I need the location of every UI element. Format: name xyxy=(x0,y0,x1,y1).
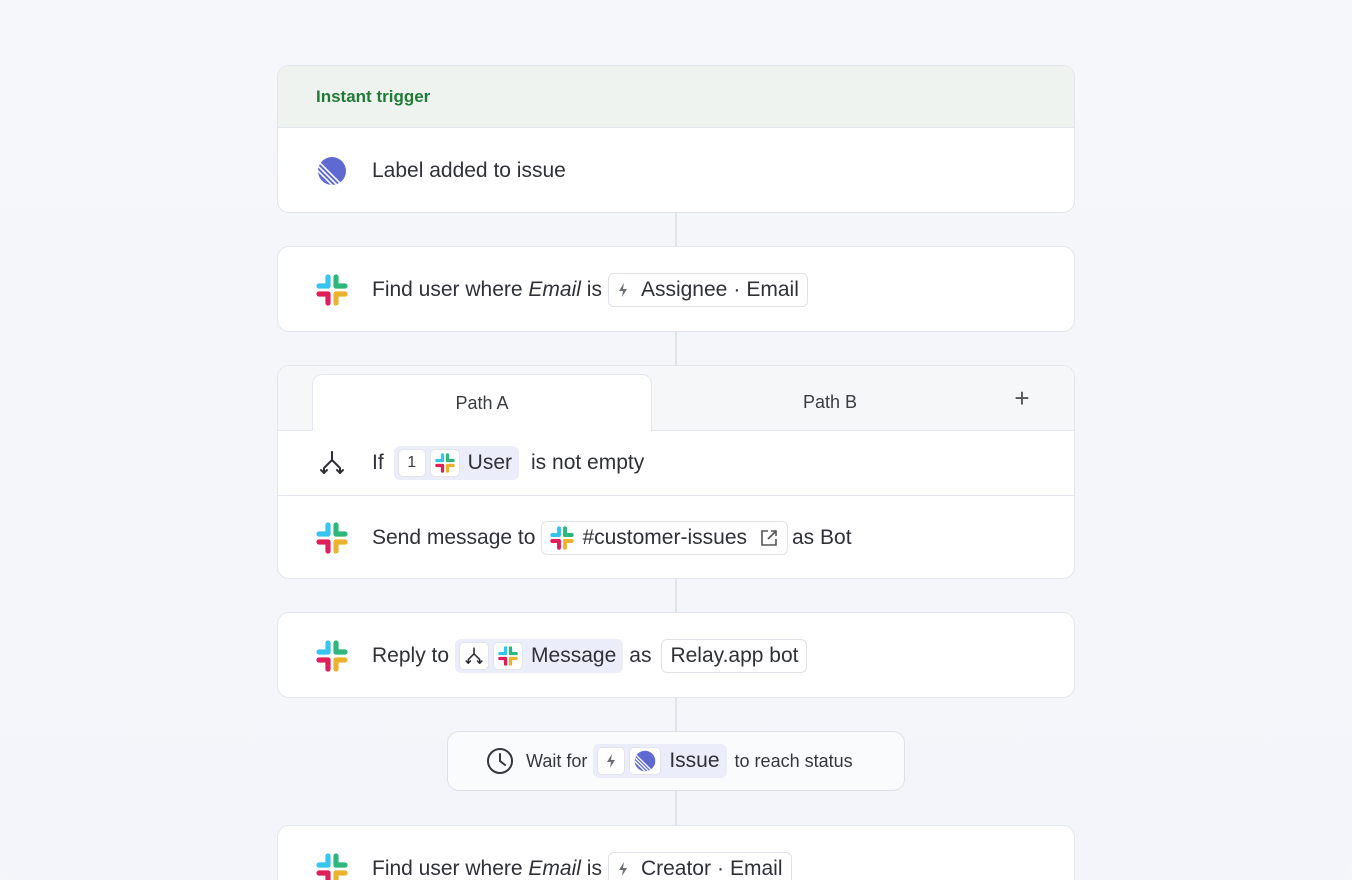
slack-icon xyxy=(314,272,350,308)
token-field: Email xyxy=(746,278,799,301)
tab-path-a[interactable]: Path A xyxy=(312,374,652,431)
add-path-button[interactable]: + xyxy=(1010,385,1034,411)
reply-card[interactable]: Reply to Message as Relay.app bot xyxy=(277,612,1075,698)
field-name: Email xyxy=(528,278,581,301)
wait-suffix: to reach status xyxy=(734,750,853,771)
linear-icon xyxy=(629,747,662,775)
issue-token[interactable]: Issue xyxy=(593,744,727,778)
trigger-step[interactable]: Label added to issue xyxy=(278,128,1074,212)
condition-suffix: is not empty xyxy=(531,451,645,474)
path-condition[interactable]: If 1 User is not empty xyxy=(278,431,1074,495)
paths-tab-bar: Path A Path B + xyxy=(278,366,1074,431)
slack-icon xyxy=(314,851,350,880)
slack-icon xyxy=(314,638,350,674)
find-user-card[interactable]: Find user where Email is Creator · Email xyxy=(277,825,1075,880)
trigger-card[interactable]: Instant trigger Label added to issue xyxy=(277,65,1075,213)
branch-icon xyxy=(459,642,490,670)
step-text: Find user where xyxy=(372,857,523,880)
token-source: Assignee xyxy=(640,278,728,301)
channel-name: #customer-issues xyxy=(582,526,747,549)
trigger-text: Label added to issue xyxy=(372,159,566,182)
linear-icon xyxy=(314,153,350,189)
clock-icon xyxy=(486,747,514,775)
branch-icon xyxy=(314,445,350,481)
condition-if: If xyxy=(372,451,384,474)
token-separator: · xyxy=(716,857,724,880)
connector-line xyxy=(675,791,677,825)
find-user-step[interactable]: Find user where Email is Creator · Email xyxy=(278,826,1074,880)
step-text: as Bot xyxy=(792,526,852,549)
connector-line xyxy=(675,698,677,731)
step-text: is xyxy=(586,857,602,880)
step-text: is xyxy=(586,278,602,301)
slack-icon xyxy=(550,526,575,550)
workflow-canvas: Instant trigger Label added to issue Fin… xyxy=(0,0,1352,880)
message-token[interactable]: Message xyxy=(455,639,624,673)
wait-step[interactable]: Wait for Issue to reach status xyxy=(447,731,905,791)
bot-token[interactable]: Relay.app bot xyxy=(661,639,808,673)
channel-token[interactable]: #customer-issues xyxy=(541,521,788,555)
connector-line xyxy=(675,213,677,246)
step-text: as xyxy=(629,644,652,667)
token-field: Email xyxy=(729,857,783,880)
variable-token[interactable]: Assignee · Email xyxy=(607,273,808,307)
lightning-icon xyxy=(617,282,629,298)
step-text: Send message to xyxy=(372,526,536,549)
send-message-step[interactable]: Send message to #customer-issues as Bot xyxy=(278,496,1074,578)
slack-icon xyxy=(314,520,350,556)
step-text: Find user where xyxy=(372,278,523,301)
step-text: Reply to xyxy=(372,644,450,667)
find-user-card[interactable]: Find user where Email is Assignee · Emai… xyxy=(277,246,1075,332)
slack-icon xyxy=(429,449,460,477)
reply-step[interactable]: Reply to Message as Relay.app bot xyxy=(278,613,1074,697)
find-user-step[interactable]: Find user where Email is Assignee · Emai… xyxy=(278,247,1074,331)
step-number: 1 xyxy=(397,449,426,477)
wait-prefix: Wait for xyxy=(526,750,588,771)
slack-icon xyxy=(493,642,524,670)
field-name: Email xyxy=(528,857,581,880)
trigger-header: Instant trigger xyxy=(278,66,1074,128)
connector-line xyxy=(675,332,677,365)
variable-token[interactable]: Creator · Email xyxy=(607,852,792,880)
connector-line xyxy=(675,579,677,612)
lightning-icon xyxy=(597,747,626,775)
user-token[interactable]: 1 User xyxy=(393,446,520,480)
external-link-icon[interactable] xyxy=(759,528,779,548)
token-source: Creator xyxy=(640,857,711,880)
paths-card[interactable]: Path A Path B + If 1 User is not empty S… xyxy=(277,365,1075,579)
token-separator: · xyxy=(733,278,741,301)
token-label: Message xyxy=(531,644,617,667)
token-label: User xyxy=(467,451,513,474)
tab-path-b[interactable]: Path B xyxy=(660,374,1000,431)
token-label: Issue xyxy=(669,749,720,772)
lightning-icon xyxy=(617,861,629,877)
